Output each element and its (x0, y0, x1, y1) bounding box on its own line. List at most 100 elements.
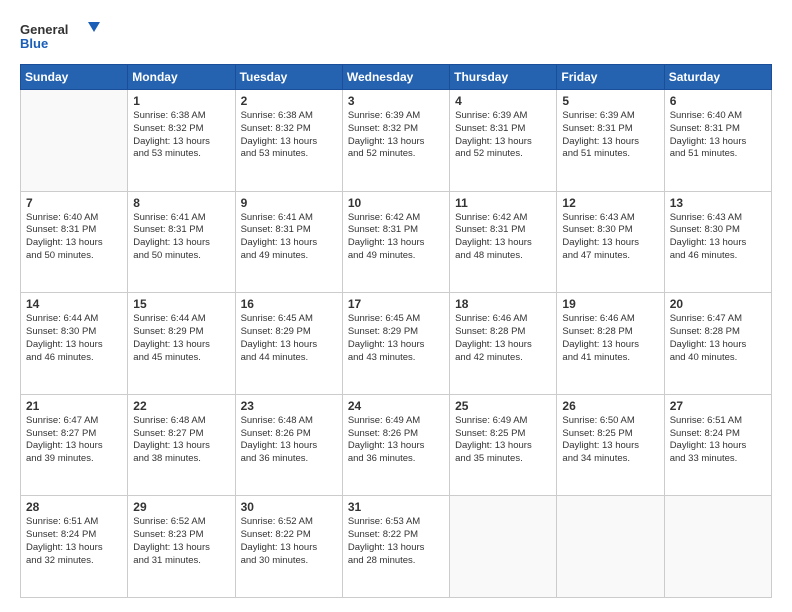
cell-details: Sunrise: 6:39 AMSunset: 8:32 PMDaylight:… (348, 110, 444, 161)
cell-details: Sunrise: 6:44 AMSunset: 8:30 PMDaylight:… (26, 313, 122, 364)
calendar-cell: 9Sunrise: 6:41 AMSunset: 8:31 PMDaylight… (235, 191, 342, 293)
cell-details: Sunrise: 6:41 AMSunset: 8:31 PMDaylight:… (241, 212, 337, 263)
cell-details: Sunrise: 6:40 AMSunset: 8:31 PMDaylight:… (26, 212, 122, 263)
day-number: 19 (562, 297, 658, 311)
header-day-tuesday: Tuesday (235, 65, 342, 90)
cell-details: Sunrise: 6:47 AMSunset: 8:27 PMDaylight:… (26, 415, 122, 466)
header-day-sunday: Sunday (21, 65, 128, 90)
day-number: 8 (133, 196, 229, 210)
calendar-week-4: 21 Sunrise: 6:47 AMSunset: 8:27 PMDayligh… (21, 394, 772, 496)
calendar-cell: 30 Sunrise: 6:52 AMSunset: 8:22 PMDayligh… (235, 496, 342, 598)
calendar-cell: 5 Sunrise: 6:39 AMSunset: 8:31 PMDaylight… (557, 90, 664, 192)
cell-details: Sunrise: 6:46 AMSunset: 8:28 PMDaylight:… (455, 313, 551, 364)
cell-details: Sunrise: 6:49 AMSunset: 8:26 PMDaylight:… (348, 415, 444, 466)
day-number: 28 (26, 500, 122, 514)
logo-svg: General Blue (20, 18, 100, 54)
calendar-cell: 3Sunrise: 6:39 AMSunset: 8:32 PMDaylight… (342, 90, 449, 192)
calendar-cell: 26 Sunrise: 6:50 AMSunset: 8:25 PMDayligh… (557, 394, 664, 496)
calendar-cell: 21 Sunrise: 6:47 AMSunset: 8:27 PMDayligh… (21, 394, 128, 496)
day-number: 10 (348, 196, 444, 210)
calendar-cell: 23Sunrise: 6:48 AMSunset: 8:26 PMDayligh… (235, 394, 342, 496)
calendar-cell: 8 Sunrise: 6:41 AMSunset: 8:31 PMDaylight… (128, 191, 235, 293)
cell-details: Sunrise: 6:48 AMSunset: 8:27 PMDaylight:… (133, 415, 229, 466)
cell-details: Sunrise: 6:43 AMSunset: 8:30 PMDaylight:… (562, 212, 658, 263)
calendar-header-row: SundayMondayTuesdayWednesdayThursdayFrid… (21, 65, 772, 90)
calendar-cell (450, 496, 557, 598)
calendar-cell (557, 496, 664, 598)
calendar-cell: 6 Sunrise: 6:40 AMSunset: 8:31 PMDaylight… (664, 90, 771, 192)
cell-details: Sunrise: 6:51 AMSunset: 8:24 PMDaylight:… (26, 516, 122, 567)
day-number: 5 (562, 94, 658, 108)
calendar-cell: 10 Sunrise: 6:42 AMSunset: 8:31 PMDayligh… (342, 191, 449, 293)
cell-details: Sunrise: 6:52 AMSunset: 8:22 PMDaylight:… (241, 516, 337, 567)
day-number: 29 (133, 500, 229, 514)
day-number: 26 (562, 399, 658, 413)
calendar-cell: 12 Sunrise: 6:43 AMSunset: 8:30 PMDayligh… (557, 191, 664, 293)
day-number: 20 (670, 297, 766, 311)
day-number: 15 (133, 297, 229, 311)
calendar-cell: 25Sunrise: 6:49 AMSunset: 8:25 PMDayligh… (450, 394, 557, 496)
svg-text:Blue: Blue (20, 36, 48, 51)
header: General Blue (20, 18, 772, 54)
svg-text:General: General (20, 22, 68, 37)
cell-details: Sunrise: 6:47 AMSunset: 8:28 PMDaylight:… (670, 313, 766, 364)
cell-details: Sunrise: 6:53 AMSunset: 8:22 PMDaylight:… (348, 516, 444, 567)
calendar-cell: 22 Sunrise: 6:48 AMSunset: 8:27 PMDayligh… (128, 394, 235, 496)
cell-details: Sunrise: 6:41 AMSunset: 8:31 PMDaylight:… (133, 212, 229, 263)
calendar-cell: 14 Sunrise: 6:44 AMSunset: 8:30 PMDayligh… (21, 293, 128, 395)
cell-details: Sunrise: 6:38 AMSunset: 8:32 PMDaylight:… (133, 110, 229, 161)
calendar-cell: 4Sunrise: 6:39 AMSunset: 8:31 PMDaylight… (450, 90, 557, 192)
calendar-cell: 7 Sunrise: 6:40 AMSunset: 8:31 PMDaylight… (21, 191, 128, 293)
cell-details: Sunrise: 6:45 AMSunset: 8:29 PMDaylight:… (241, 313, 337, 364)
cell-details: Sunrise: 6:39 AMSunset: 8:31 PMDaylight:… (455, 110, 551, 161)
day-number: 18 (455, 297, 551, 311)
header-day-saturday: Saturday (664, 65, 771, 90)
calendar-cell: 2 Sunrise: 6:38 AMSunset: 8:32 PMDaylight… (235, 90, 342, 192)
calendar-cell: 11 Sunrise: 6:42 AMSunset: 8:31 PMDayligh… (450, 191, 557, 293)
day-number: 27 (670, 399, 766, 413)
cell-details: Sunrise: 6:50 AMSunset: 8:25 PMDaylight:… (562, 415, 658, 466)
calendar-cell: 24 Sunrise: 6:49 AMSunset: 8:26 PMDayligh… (342, 394, 449, 496)
calendar-week-3: 14 Sunrise: 6:44 AMSunset: 8:30 PMDayligh… (21, 293, 772, 395)
day-number: 12 (562, 196, 658, 210)
day-number: 14 (26, 297, 122, 311)
day-number: 24 (348, 399, 444, 413)
day-number: 30 (241, 500, 337, 514)
day-number: 21 (26, 399, 122, 413)
header-day-monday: Monday (128, 65, 235, 90)
cell-details: Sunrise: 6:52 AMSunset: 8:23 PMDaylight:… (133, 516, 229, 567)
calendar-cell: 27Sunrise: 6:51 AMSunset: 8:24 PMDayligh… (664, 394, 771, 496)
calendar-table: SundayMondayTuesdayWednesdayThursdayFrid… (20, 64, 772, 598)
day-number: 11 (455, 196, 551, 210)
calendar-cell: 15Sunrise: 6:44 AMSunset: 8:29 PMDayligh… (128, 293, 235, 395)
day-number: 6 (670, 94, 766, 108)
calendar-cell: 31 Sunrise: 6:53 AMSunset: 8:22 PMDayligh… (342, 496, 449, 598)
cell-details: Sunrise: 6:45 AMSunset: 8:29 PMDaylight:… (348, 313, 444, 364)
day-number: 25 (455, 399, 551, 413)
cell-details: Sunrise: 6:42 AMSunset: 8:31 PMDaylight:… (348, 212, 444, 263)
cell-details: Sunrise: 6:39 AMSunset: 8:31 PMDaylight:… (562, 110, 658, 161)
calendar-week-2: 7 Sunrise: 6:40 AMSunset: 8:31 PMDaylight… (21, 191, 772, 293)
calendar-cell: 19Sunrise: 6:46 AMSunset: 8:28 PMDayligh… (557, 293, 664, 395)
calendar-cell: 20 Sunrise: 6:47 AMSunset: 8:28 PMDayligh… (664, 293, 771, 395)
calendar-cell (664, 496, 771, 598)
cell-details: Sunrise: 6:40 AMSunset: 8:31 PMDaylight:… (670, 110, 766, 161)
day-number: 2 (241, 94, 337, 108)
calendar-cell: 17Sunrise: 6:45 AMSunset: 8:29 PMDayligh… (342, 293, 449, 395)
calendar-cell: 18 Sunrise: 6:46 AMSunset: 8:28 PMDayligh… (450, 293, 557, 395)
header-day-thursday: Thursday (450, 65, 557, 90)
page: General Blue SundayMondayTuesdayWednesda… (0, 0, 792, 612)
calendar-cell (21, 90, 128, 192)
day-number: 22 (133, 399, 229, 413)
calendar-cell: 16Sunrise: 6:45 AMSunset: 8:29 PMDayligh… (235, 293, 342, 395)
day-number: 23 (241, 399, 337, 413)
cell-details: Sunrise: 6:38 AMSunset: 8:32 PMDaylight:… (241, 110, 337, 161)
cell-details: Sunrise: 6:43 AMSunset: 8:30 PMDaylight:… (670, 212, 766, 263)
header-day-friday: Friday (557, 65, 664, 90)
cell-details: Sunrise: 6:42 AMSunset: 8:31 PMDaylight:… (455, 212, 551, 263)
header-day-wednesday: Wednesday (342, 65, 449, 90)
calendar-cell: 29 Sunrise: 6:52 AMSunset: 8:23 PMDayligh… (128, 496, 235, 598)
day-number: 31 (348, 500, 444, 514)
calendar-week-5: 28 Sunrise: 6:51 AMSunset: 8:24 PMDayligh… (21, 496, 772, 598)
day-number: 7 (26, 196, 122, 210)
